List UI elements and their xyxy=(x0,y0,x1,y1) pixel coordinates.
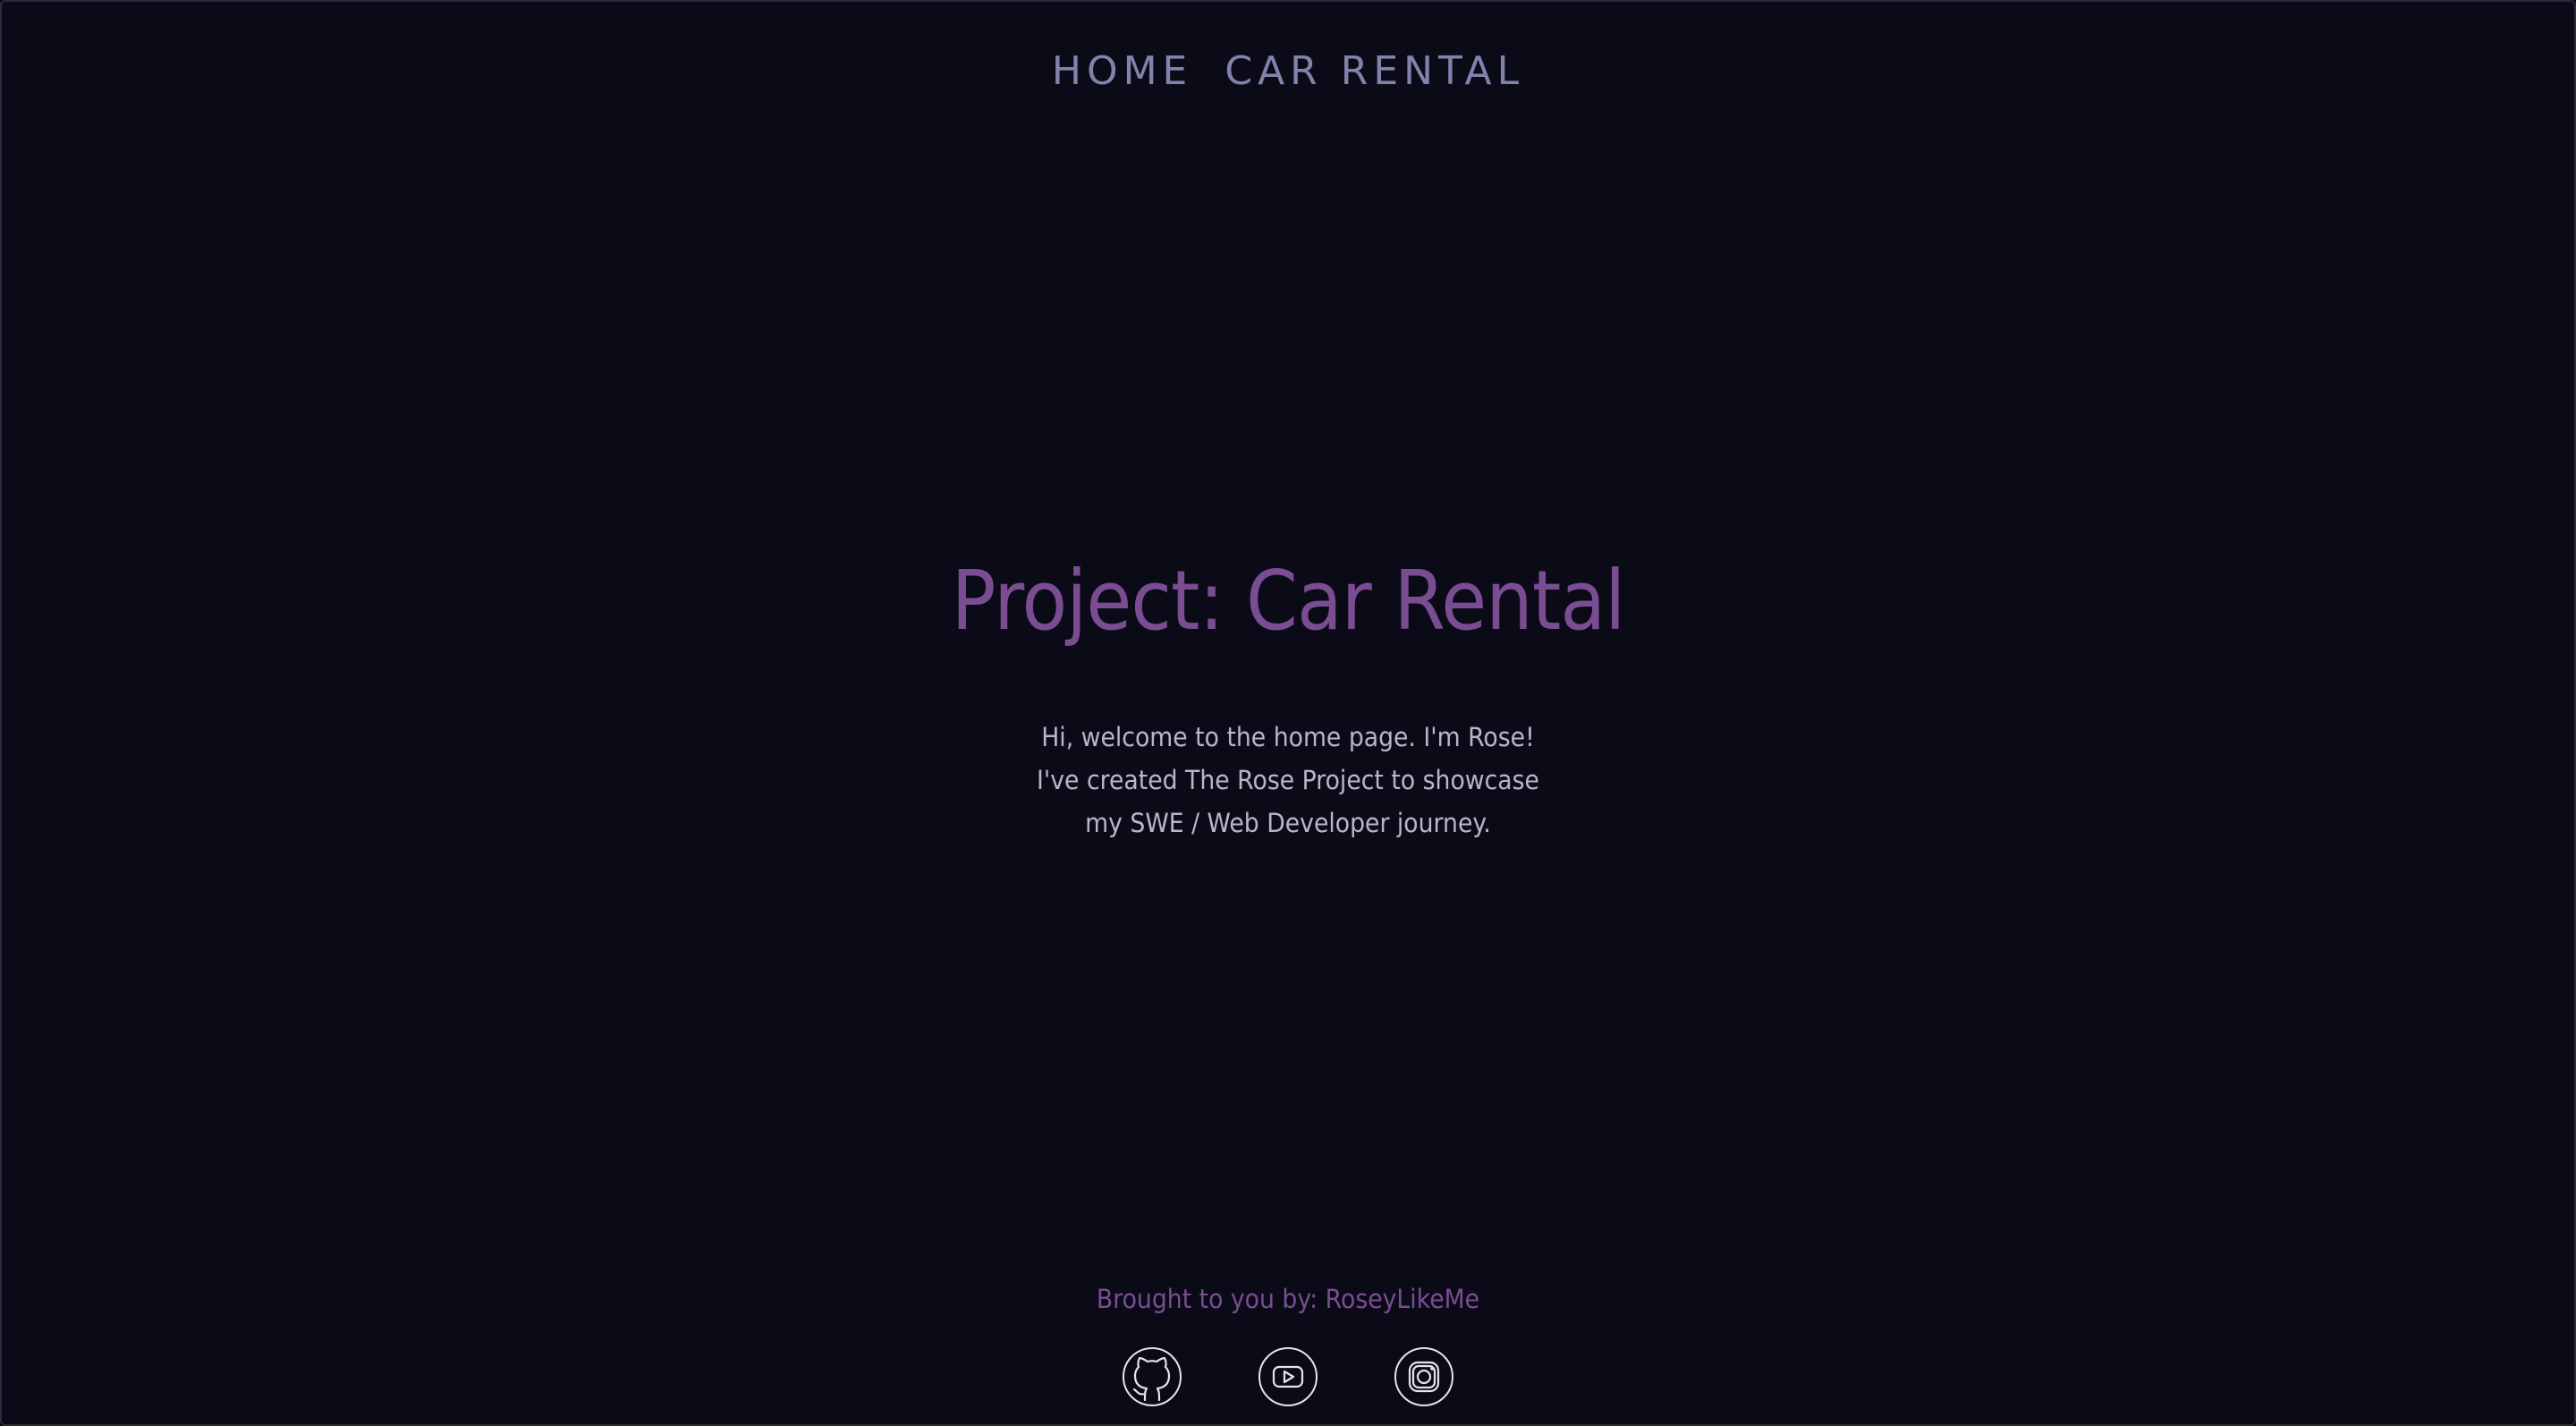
page-frame: HOME CAR RENTAL Project: Car Rental Hi, … xyxy=(0,0,2576,1426)
instagram-link[interactable] xyxy=(1394,1347,1453,1406)
hero-section: Project: Car Rental Hi, welcome to the h… xyxy=(2,546,2574,845)
youtube-link[interactable] xyxy=(1258,1347,1318,1406)
social-links xyxy=(2,1347,2574,1406)
intro-text: Hi, welcome to the home page. I'm Rose! … xyxy=(105,716,2471,845)
instagram-icon xyxy=(1408,1361,1440,1393)
page-title: Project: Car Rental xyxy=(951,553,1626,649)
intro-line: my SWE / Web Developer journey. xyxy=(1085,808,1491,838)
intro-line: I've created The Rose Project to showcas… xyxy=(1037,765,1539,795)
github-link[interactable] xyxy=(1123,1347,1182,1406)
youtube-icon xyxy=(1272,1365,1304,1388)
nav-link-home[interactable]: HOME xyxy=(1052,41,1192,102)
nav-link-car-rental[interactable]: CAR RENTAL xyxy=(1224,41,1524,102)
github-icon xyxy=(1132,1356,1171,1402)
footer-credit: Brought to you by: RoseyLikeMe xyxy=(1096,1284,1480,1314)
intro-line: Hi, welcome to the home page. I'm Rose! xyxy=(1041,722,1535,752)
top-nav: HOME CAR RENTAL xyxy=(2,41,2574,102)
